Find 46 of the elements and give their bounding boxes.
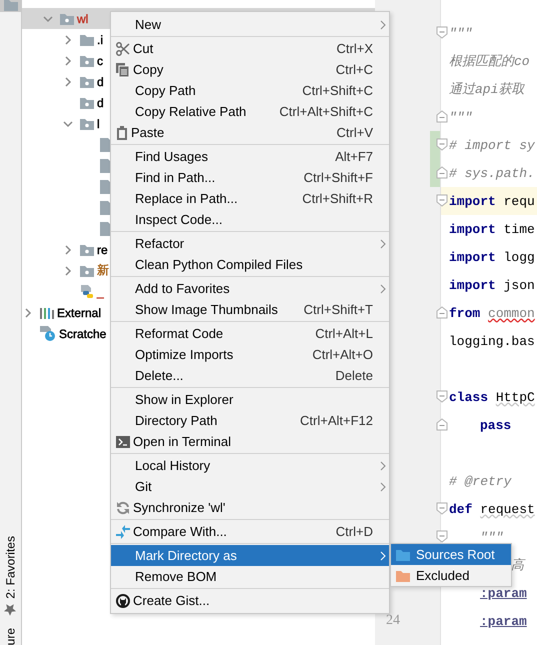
shortcut-text: Ctrl+Alt+L [315, 326, 373, 341]
tree-item-label: 新 [97, 262, 109, 279]
code-line: from common [449, 306, 535, 320]
code-line: 高 [511, 557, 524, 574]
tree-item-label: re [97, 242, 108, 256]
line-number: 24 [386, 613, 400, 629]
shortcut-text: Ctrl+Shift+F [304, 170, 373, 185]
tree-item-label: l [97, 116, 100, 130]
tree-item-label: d [97, 96, 104, 110]
shortcut-text: Ctrl+Alt+O [312, 347, 373, 362]
code-line: pass [480, 418, 512, 432]
tree-item-label: c [97, 54, 103, 68]
shortcut-text: Ctrl+X [336, 41, 373, 56]
code-line: logging.bas [449, 334, 535, 348]
shortcut-text: Ctrl+Shift+C [302, 83, 373, 98]
shortcut-text: Delete [335, 368, 373, 383]
code-line: class HttpC [449, 390, 535, 404]
code-line: import logg [449, 250, 535, 264]
code-line: 根据匹配的co [449, 53, 530, 70]
code-line: # @retry [449, 474, 512, 488]
code-line: """ [449, 110, 472, 124]
tree-item-label: _ [97, 284, 104, 298]
code-line: # import sy [449, 138, 535, 152]
code-line: import json [449, 278, 535, 292]
code-line: """ [480, 530, 504, 544]
shortcut-text: Ctrl+D [336, 524, 373, 539]
tree-item-label: Scratche [59, 326, 106, 340]
tree-item-label: wl [77, 12, 88, 26]
code-line: 通过api获取 [449, 81, 524, 98]
code-line: import requ [449, 194, 535, 208]
tree-item-label: .i [97, 32, 103, 46]
shortcut-text: Ctrl+Alt+Shift+C [279, 104, 373, 119]
shortcut-text: Ctrl+Alt+F12 [300, 413, 373, 428]
code-line: """ [449, 26, 472, 40]
shortcut-text: Alt+F7 [335, 149, 373, 164]
tree-item-label: External [57, 306, 102, 320]
code-line: :param [480, 614, 527, 628]
code-line: :param [480, 586, 527, 600]
code-line: def request [449, 502, 535, 516]
shortcut-text: Ctrl+C [336, 62, 373, 77]
tree-item-label: d [97, 74, 104, 88]
shortcut-text: Ctrl+V [336, 125, 373, 140]
shortcut-text: Ctrl+Shift+R [302, 191, 373, 206]
code-line: # sys.path. [449, 166, 535, 180]
code-line: import time [449, 222, 535, 236]
shortcut-text: Ctrl+Shift+T [304, 302, 373, 317]
